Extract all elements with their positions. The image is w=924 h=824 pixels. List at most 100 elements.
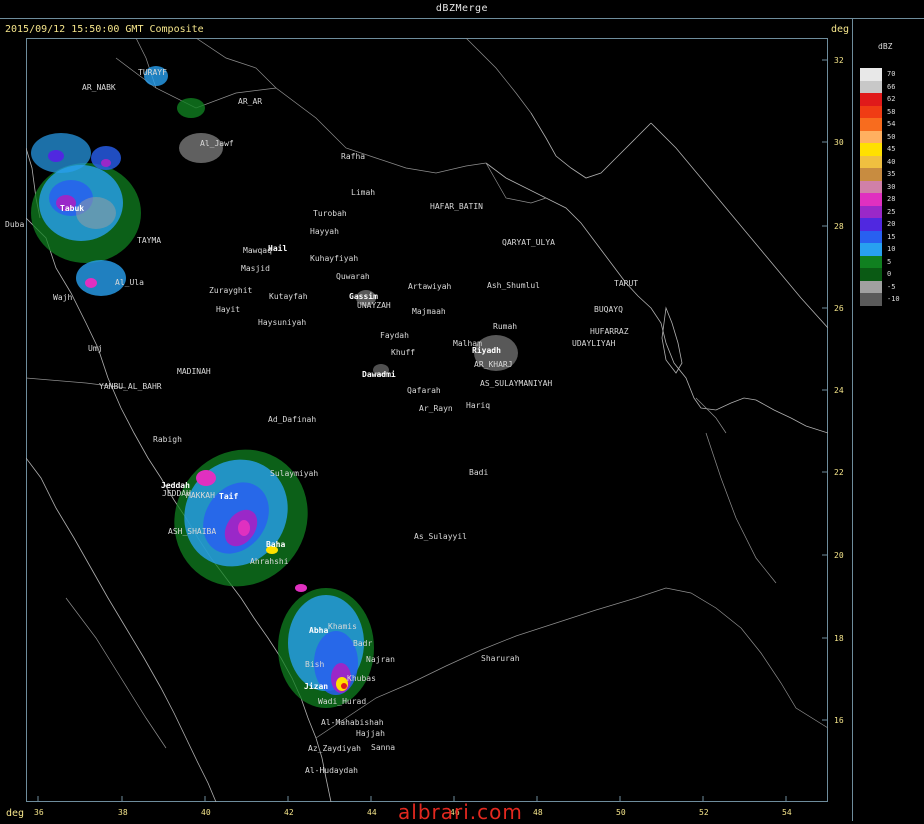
legend-divider <box>852 18 853 821</box>
legend-label: 45 <box>887 145 896 153</box>
lon-tick-label: 36 <box>34 808 44 817</box>
legend-label: 70 <box>887 70 896 78</box>
legend-label: 28 <box>887 195 896 203</box>
city-label: MADINAH <box>177 367 211 376</box>
legend-swatch <box>860 105 882 118</box>
city-label: Hajjah <box>356 729 385 738</box>
legend-swatch <box>860 230 882 243</box>
city-label: Ar_Rayn <box>419 404 453 413</box>
legend-label: 58 <box>887 107 896 116</box>
city-label: Zurayghit <box>209 286 253 295</box>
city-label: BUQAYQ <box>594 305 623 314</box>
city-label: Taif <box>219 492 239 501</box>
city-label: Umj <box>88 344 103 353</box>
legend-label: 50 <box>887 132 896 141</box>
legend-label: 0 <box>887 270 892 278</box>
city-label: TAYMA <box>137 236 162 245</box>
city-label: Khubas <box>347 674 376 683</box>
legend-label: 20 <box>887 220 896 228</box>
radar-map[interactable] <box>26 38 828 802</box>
coastlines <box>26 112 828 802</box>
city-label: Khuff <box>391 348 416 357</box>
city-label: Hariq <box>466 401 491 410</box>
city-label: Faydah <box>380 331 409 340</box>
legend-swatch <box>860 93 882 106</box>
lat-tick-label: 18 <box>834 634 844 643</box>
legend-label: 5 <box>887 257 892 266</box>
border-north <box>115 57 487 174</box>
legend-swatch <box>860 130 882 143</box>
lon-tick-label: 48 <box>533 808 543 817</box>
city-label: Dawadmi <box>362 370 396 379</box>
lat-tick-label: 16 <box>834 716 844 725</box>
city-label: Jizan <box>304 682 329 691</box>
lon-tick-label: 50 <box>616 808 626 817</box>
legend-label: 62 <box>887 95 896 103</box>
lat-tick-label: 24 <box>834 386 844 395</box>
city-label: AS_SULAYMANIYAH <box>480 379 553 388</box>
legend-label: 25 <box>887 207 896 216</box>
city-label: UDAYLIYAH <box>572 339 616 348</box>
legend-label: 35 <box>887 170 896 178</box>
deg-label-top: deg <box>831 24 850 35</box>
city-label: Al-Mahabishah <box>321 718 384 727</box>
legend-label: -5 <box>887 282 896 291</box>
city-label: TARUT <box>614 279 639 288</box>
city-label: AR_KHARJ <box>474 360 513 369</box>
border-iraq-syria <box>195 38 277 89</box>
legend-label: -10 <box>887 295 900 303</box>
city-label: Khamis <box>328 622 357 631</box>
city-label: UNAYZAH <box>357 301 391 310</box>
city-label: Abha <box>309 626 329 635</box>
city-label: Haysuniyah <box>258 318 307 327</box>
lon-tick-label: 42 <box>284 808 294 817</box>
legend-swatch <box>860 143 882 156</box>
border-oman <box>740 627 828 729</box>
legend-swatch <box>860 180 882 193</box>
city-label: Artawiyah <box>408 282 452 291</box>
city-label: Baha <box>266 540 286 549</box>
city-label: Al_Ula <box>115 278 144 287</box>
city-label: Turobah <box>313 209 347 218</box>
legend-swatch <box>860 293 882 306</box>
city-label: Najran <box>366 655 395 664</box>
city-label: YANBU_AL_BAHR <box>99 382 162 391</box>
legend-swatch <box>860 68 882 81</box>
legend-unit: dBZ <box>878 42 893 51</box>
legend-label: 66 <box>887 82 896 91</box>
city-label: Kutayfah <box>269 292 308 301</box>
legend-swatch <box>860 193 882 206</box>
lat-tick-label: 30 <box>834 138 844 147</box>
city-label: Qafarah <box>407 386 441 395</box>
city-label: Ash_Shumlul <box>487 281 540 290</box>
legend-label: 30 <box>887 182 896 191</box>
city-label: Tabuk <box>60 204 85 213</box>
border-oman-2 <box>695 397 727 434</box>
legend-swatch <box>860 280 882 293</box>
window-title: dBZMerge <box>435 3 489 14</box>
city-label: Ahrahshi <box>250 557 289 566</box>
northern-gulf-coast <box>530 112 652 179</box>
iran-coast <box>650 122 828 329</box>
deg-label-bottom: deg <box>6 808 25 819</box>
city-label: Kuhayfiyah <box>310 254 359 263</box>
city-label: HUFARRAZ <box>590 327 629 336</box>
city-label: Sanna <box>371 743 396 752</box>
legend-swatch <box>860 155 882 168</box>
header-divider <box>0 18 924 19</box>
city-label: MAKKAH <box>186 491 215 500</box>
legend-label: 10 <box>887 245 896 253</box>
city-label: HAFAR_BATIN <box>430 202 483 211</box>
lon-tick-label: 52 <box>699 808 709 817</box>
city-label: Hayyah <box>310 227 339 236</box>
city-label: Badr <box>353 639 373 648</box>
city-label: Masjid <box>241 264 270 273</box>
city-label: Sharurah <box>481 654 520 663</box>
lat-tick-label: 26 <box>834 304 844 313</box>
city-label: Badi <box>469 468 489 477</box>
timestamp-header: 2015/09/12 15:50:00 GMT Composite <box>5 24 204 35</box>
city-label: AR_AR <box>238 97 263 106</box>
legend-swatch <box>860 205 882 218</box>
city-label: Az_Zaydiyah <box>308 744 361 753</box>
city-label: Rumah <box>493 322 518 331</box>
